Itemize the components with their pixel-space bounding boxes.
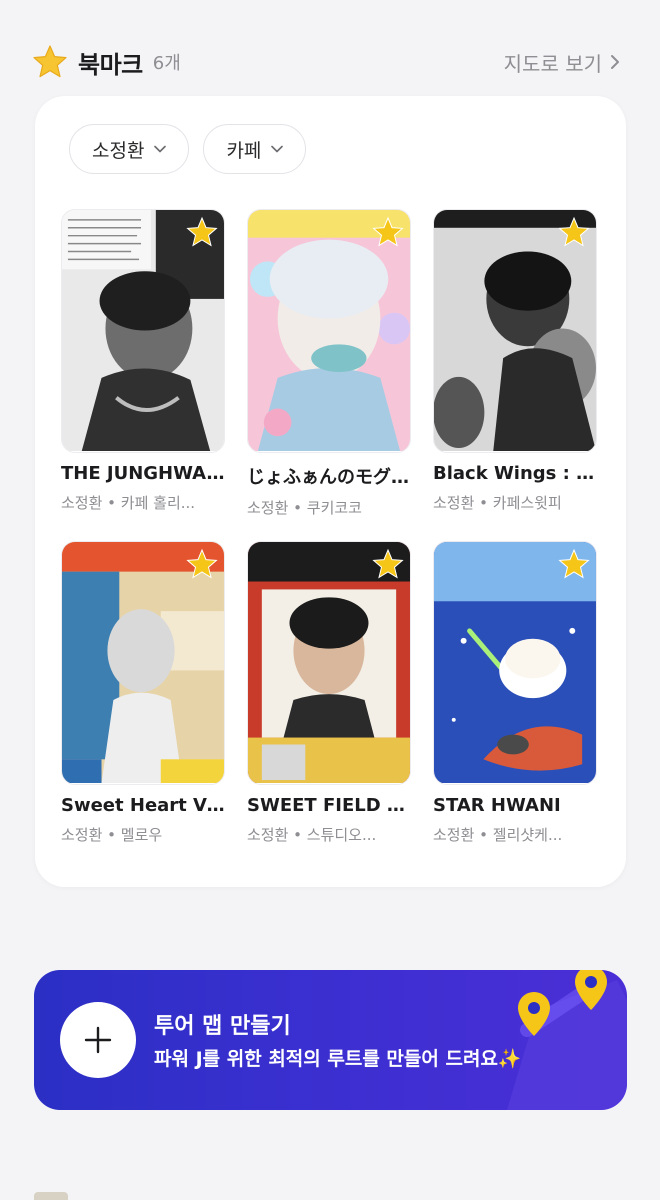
bookmark-title-group: 북마크 6개 <box>32 44 181 80</box>
bookmark-card: 소정환 카페 THE JUNGHWA... 소정환 • 카페 홀리... じょふ… <box>35 96 626 887</box>
item-subtitle: 소정환 • 젤리샷케... <box>433 826 563 844</box>
poster-thumbnail <box>433 209 597 453</box>
item-title: Sweet Heart Vi... <box>61 795 225 816</box>
item-subtitle: 소정환 • 스튜디오... <box>247 826 377 844</box>
poster-thumbnail <box>247 209 411 453</box>
bookmark-item[interactable]: THE JUNGHWA... 소정환 • 카페 홀리... <box>61 209 225 539</box>
filter-category-dropdown[interactable]: 카페 <box>203 124 307 174</box>
bookmark-star-icon <box>372 216 404 247</box>
bookmark-header: 북마크 6개 지도로 보기 <box>32 40 620 84</box>
item-subtitle: 소정환 • 카페스윗피 <box>433 494 562 512</box>
item-subtitle: 소정환 • 카페 홀리... <box>61 494 196 512</box>
chevron-down-icon <box>154 145 167 153</box>
item-title: SWEET FIELD D... <box>247 795 411 816</box>
bookmark-item[interactable]: SWEET FIELD D... 소정환 • 스튜디오... <box>247 541 411 871</box>
item-subtitle: 소정환 • 쿠키코코 <box>247 499 362 517</box>
item-title: じょふぁんのモグ... <box>247 467 411 488</box>
filter-bar: 소정환 카페 <box>69 124 307 174</box>
bookmark-star-icon <box>372 548 404 579</box>
bookmark-star-icon <box>186 216 218 247</box>
plus-icon <box>60 1002 136 1078</box>
create-tour-map-banner[interactable]: 투어 맵 만들기 파워 J를 위한 최적의 루트를 만들어 드려요✨ <box>34 970 627 1110</box>
poster-thumbnail <box>61 209 225 453</box>
bookmark-star-icon <box>186 548 218 579</box>
banner-title: 투어 맵 만들기 <box>154 1014 291 1039</box>
map-pin-icon <box>507 970 627 1110</box>
bookmark-count: 6개 <box>152 53 181 74</box>
poster-thumbnail <box>433 541 597 785</box>
chevron-right-icon <box>611 55 619 69</box>
view-on-map-label: 지도로 보기 <box>503 51 602 76</box>
star-icon <box>33 45 67 78</box>
poster-thumbnail <box>247 541 411 785</box>
item-title: Black Wings : Y... <box>433 463 597 484</box>
bookmark-item[interactable]: Black Wings : Y... 소정환 • 카페스윗피 <box>433 209 597 539</box>
chevron-down-icon <box>271 145 284 153</box>
page-title: 북마크 <box>78 50 143 79</box>
filter-category-label: 카페 <box>226 139 262 162</box>
view-on-map-link[interactable]: 지도로 보기 <box>504 48 620 77</box>
filter-artist-label: 소정환 <box>92 139 145 162</box>
bookmark-star-icon <box>558 548 590 579</box>
item-subtitle: 소정환 • 멜로우 <box>61 826 163 844</box>
bookmark-item[interactable]: STAR HWANI 소정환 • 젤리샷케... <box>433 541 597 871</box>
poster-thumbnail <box>61 541 225 785</box>
filter-artist-dropdown[interactable]: 소정환 <box>69 124 190 174</box>
bookmark-star-icon <box>558 216 590 247</box>
bookmark-grid: THE JUNGHWA... 소정환 • 카페 홀리... じょふぁんのモグ..… <box>61 209 597 871</box>
item-title: STAR HWANI <box>433 795 561 816</box>
bookmark-item[interactable]: Sweet Heart Vi... 소정환 • 멜로우 <box>61 541 225 871</box>
bookmark-item[interactable]: じょふぁんのモグ... 소정환 • 쿠키코코 <box>247 209 411 539</box>
item-title: THE JUNGHWA... <box>61 463 225 484</box>
next-section-peek <box>34 1192 68 1200</box>
